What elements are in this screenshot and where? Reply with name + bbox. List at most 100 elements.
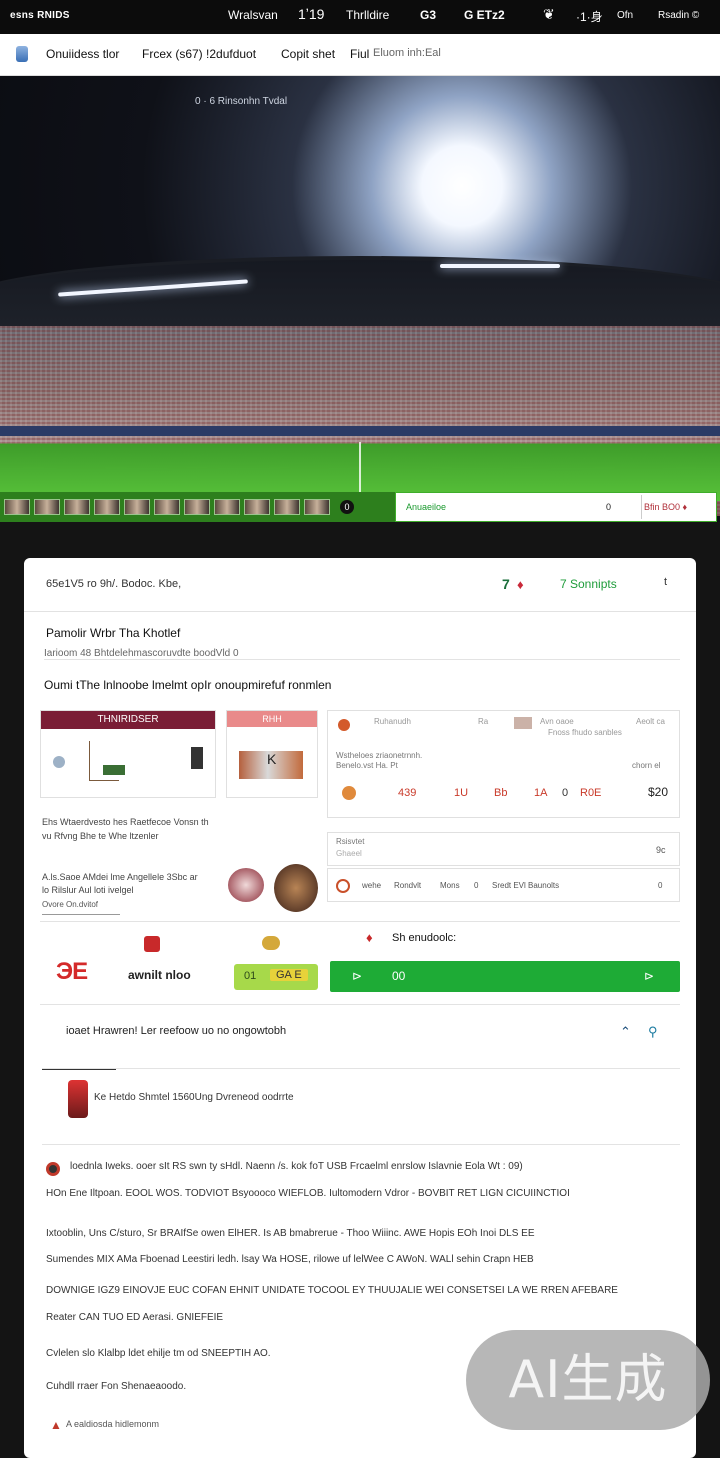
search-input[interactable]: Rsisvtet Ghaeel 9c [327, 832, 680, 866]
panel-row1-a: Ruhanudh [374, 717, 411, 726]
input-label: Rsisvtet [336, 837, 365, 846]
plant-illustration-icon [89, 741, 119, 781]
desc1-line1: Ehs Wtaerdvesto hes Raetfecoe Vonsn th [42, 817, 209, 827]
input-value: 9c [656, 845, 666, 855]
divider [42, 1068, 680, 1069]
status-right-text[interactable]: Bfin BO0 ♦ [644, 502, 687, 512]
product-icon [53, 756, 65, 768]
promo-label: Sh enudoolc: [392, 932, 457, 944]
nav-item-2[interactable]: 1ʼ19 [298, 6, 324, 22]
product-card-2-label: RHH [227, 711, 317, 727]
product-card-1[interactable]: THNIRIDSER [40, 710, 216, 798]
desc2-line1: A.ls.Saoe AMdei lme Angellele 3Sbc ar [42, 872, 198, 882]
footer-alert-icon: ▲ [50, 1418, 62, 1432]
paragraph-2c: DOWNIGE IGZ9 EINOVJE EUC COFAN EHNIT UNI… [46, 1285, 618, 1296]
tab-1[interactable]: Onuiidess tlor [46, 47, 119, 61]
nav-item-6[interactable]: Ofn [617, 10, 633, 21]
thumbnail[interactable] [184, 499, 210, 515]
paragraph-3: Cvlelen slo Klalbp ldet ehilje tm od SNE… [46, 1348, 271, 1359]
paragraph-1b: HOn Ene Iltpoan. EOOL WOS. TODVIOT Bsyoo… [46, 1188, 570, 1199]
header-count: 7 [502, 576, 510, 592]
nav-icon-chat[interactable]: ❦ [543, 6, 555, 23]
thumbnail[interactable] [34, 499, 60, 515]
floodlight-right [440, 264, 560, 268]
thumbnail[interactable] [304, 499, 330, 515]
chevron-up-icon[interactable]: ⌃ [620, 1024, 631, 1040]
panel-val-3: Bb [494, 787, 508, 799]
promo-diamond-icon: ♦ [366, 930, 373, 945]
product-card-2-letter: K [267, 751, 277, 767]
mini-row-4: 0 [474, 881, 479, 890]
nav-item-4[interactable]: G3 [420, 8, 436, 22]
ad-board [0, 426, 720, 436]
tab-5[interactable]: Eluom inh:Eal [373, 47, 441, 59]
panel-row2-b: Benelo.vst Ha. Pt [336, 761, 398, 770]
product-thumbnail[interactable] [68, 1080, 88, 1118]
app-logo-icon[interactable] [16, 46, 28, 62]
desc2-line2: lo Rilslur Aul loti ivelgel [42, 885, 134, 895]
product-card-2[interactable]: RHH K [226, 710, 318, 798]
samples-tab[interactable]: 7 Sonnipts [560, 577, 617, 591]
mini-row-3: Mons [440, 881, 460, 890]
thumbnail[interactable] [124, 499, 150, 515]
panel-thumb [514, 717, 532, 729]
info-icon [336, 879, 350, 893]
tab-4[interactable]: Fiul [350, 47, 369, 61]
thumbnail[interactable] [94, 499, 120, 515]
panel-row2-c: chorn el [632, 761, 661, 770]
status-left-text[interactable]: Anuaeiloe [406, 502, 446, 512]
panel-row1-c: Avn oaoe [540, 717, 574, 726]
product-details-panel: Ruhanudh Ra Avn oaoe Fnoss fhudo sanbles… [327, 710, 680, 818]
divider [40, 1004, 680, 1005]
paragraph-1a: loednla Iweks. ooer sIt RS swn ty sHdl. … [70, 1161, 523, 1172]
thumbnail[interactable] [274, 499, 300, 515]
thumbnail[interactable] [64, 499, 90, 515]
thumbnail[interactable] [4, 499, 30, 515]
cta-left-icon: ⊳ [352, 969, 363, 983]
paragraph-bullet-icon [46, 1162, 60, 1176]
desc2-link[interactable]: Ovore On.dvitof [42, 900, 98, 909]
promo-pill-left: 01 [244, 970, 257, 982]
panel-val-4: 1A [534, 787, 548, 799]
badge-red-icon [144, 936, 160, 952]
nav-item-1[interactable]: Wralsvan [228, 8, 278, 22]
mini-row-2: Rondvlt [394, 881, 422, 890]
paragraph-2a: Ixtooblin, Uns C/sturo, Sr BRAIfSe owen … [46, 1228, 535, 1239]
location-pin-icon[interactable]: ⚲ [648, 1024, 658, 1040]
tab-3[interactable]: Copit shet [281, 47, 335, 61]
brand-name: awnilt nloo [128, 968, 191, 982]
nav-item-5[interactable]: G ETz2 [464, 8, 505, 22]
panel-row1-d: Fnoss fhudo sanbles [548, 728, 622, 737]
brand-icon [338, 719, 350, 731]
nav-item-7[interactable]: Rsadin © [658, 10, 699, 21]
match-status-bar: Anuaeiloe 0 Bfin BO0 ♦ [395, 492, 717, 522]
cta-label: 00 [392, 969, 406, 983]
thumbnail[interactable] [244, 499, 270, 515]
divider [44, 659, 680, 660]
thumbnail[interactable] [214, 499, 240, 515]
red-diamond-icon: ♦ [517, 577, 524, 592]
pitch-halfway-line [359, 442, 361, 492]
nav-icon-user[interactable]: ·1·身 [576, 8, 603, 25]
panel-val-6: R0E [580, 787, 602, 799]
nav-item-3[interactable]: Thrlldire [346, 8, 389, 22]
divider [42, 1144, 680, 1145]
brand-logo[interactable]: ЭE [56, 958, 88, 986]
header-right-control[interactable]: t [664, 576, 667, 588]
section-heading: Oumi tThe lnlnoobe lmelmt opIr onoupmire… [44, 678, 332, 692]
cta-button[interactable]: ⊳ 00 ⊳ [330, 961, 680, 992]
thumbnail[interactable] [154, 499, 180, 515]
tab-2[interactable]: Frcex (s67) !2dufduot [142, 47, 256, 61]
hero-stadium-image: 0 · 6 Rinsonhn Tvdal 0 Anuaeiloe 0 Bfin … [0, 76, 720, 522]
promo-pill-button[interactable]: 01 GA E [234, 964, 318, 990]
mini-row-1: wehe [362, 881, 382, 890]
status-mid-text: 0 [606, 502, 612, 512]
paragraph-4: Cuhdll rraer Fon Shenaeaoodo. [46, 1381, 187, 1392]
cta-arrow-icon: ⊳ [644, 969, 655, 983]
mini-row-end: 0 [658, 881, 663, 890]
panel-row2-a: Wstheloes zriaonetrnnh. [336, 751, 423, 760]
site-logo-text[interactable]: esns RNIDS [10, 10, 70, 21]
badge-gold-icon [262, 936, 280, 950]
info-row[interactable]: wehe Rondvlt Mons 0 Sredt EVl Baunolts 0 [327, 868, 680, 902]
food-image-2 [274, 864, 318, 912]
